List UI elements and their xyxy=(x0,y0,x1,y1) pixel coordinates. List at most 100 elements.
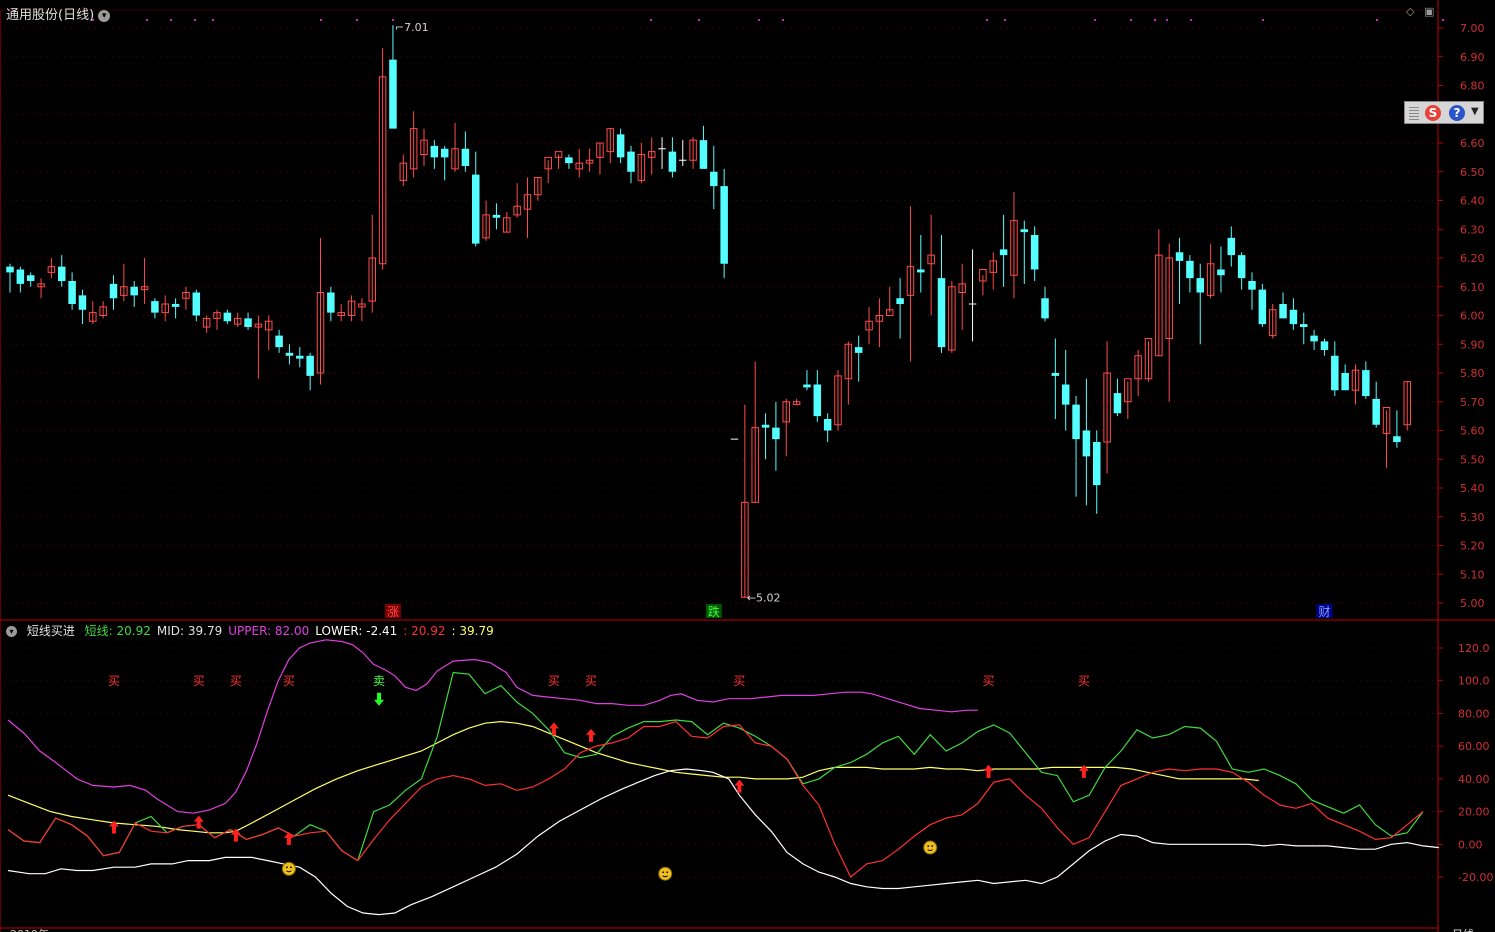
buy-signal-label: 买 xyxy=(585,674,597,688)
indicator-line-4 xyxy=(7,720,1424,878)
candle-body xyxy=(472,174,480,244)
candle-body xyxy=(1061,384,1070,405)
candle-body xyxy=(1030,235,1039,270)
candle-body xyxy=(223,312,232,322)
high-price-label: ⌐7.01 xyxy=(395,21,429,34)
indicator-tick-label: 40.00 xyxy=(1458,773,1490,786)
buy-arrow-icon xyxy=(193,815,204,829)
candle-body xyxy=(999,249,1008,256)
event-dot xyxy=(1376,19,1378,21)
legend-item: : 20.92 xyxy=(403,624,446,638)
buy-signal-label: 买 xyxy=(733,674,745,688)
price-tick-label: 6.90 xyxy=(1460,51,1485,64)
event-dot xyxy=(1130,19,1132,21)
candle-body xyxy=(896,298,904,304)
event-dot xyxy=(986,19,988,21)
legend-item: LOWER: -2.41 xyxy=(315,624,398,638)
indicator-settings-icon[interactable]: ▾ xyxy=(6,626,17,637)
price-tick-label: 6.20 xyxy=(1460,252,1485,265)
candle-body xyxy=(6,266,14,273)
price-tick-label: 6.30 xyxy=(1460,223,1485,236)
smiley-face-icon xyxy=(658,866,673,881)
candle-body xyxy=(1258,289,1267,325)
price-tick-label: 5.40 xyxy=(1460,482,1485,495)
legend-item: UPPER: 82.00 xyxy=(228,624,310,638)
candle-body xyxy=(772,427,780,440)
diamond-icon[interactable]: ◇ xyxy=(1406,5,1414,18)
candle-body xyxy=(492,214,501,218)
price-tick-label: 6.80 xyxy=(1460,80,1485,93)
price-tick-label: 7.00 xyxy=(1460,22,1485,35)
indicator-line-1 xyxy=(7,720,1259,834)
candle-body xyxy=(854,347,863,353)
candle-body xyxy=(1186,260,1194,279)
smiley-eye xyxy=(290,866,292,869)
date-label: 2019年 xyxy=(10,927,49,932)
candle-body xyxy=(192,292,201,316)
event-dot xyxy=(1154,19,1156,21)
price-tick-label: 6.40 xyxy=(1460,195,1485,208)
candle-body xyxy=(440,148,449,158)
candle-body xyxy=(1393,436,1401,442)
drag-handle-icon[interactable] xyxy=(1409,106,1419,120)
candle-body xyxy=(16,269,25,284)
buy-signal-label: 买 xyxy=(1078,674,1090,688)
candle-body xyxy=(917,269,925,273)
candle-body xyxy=(1362,370,1370,396)
candle-body xyxy=(1020,229,1029,233)
buy-signal-label: 买 xyxy=(283,674,295,688)
candle-body xyxy=(761,424,770,428)
chart-canvas[interactable]: 7.006.906.806.706.606.506.406.306.206.10… xyxy=(0,0,1495,932)
candle-body xyxy=(1217,269,1225,276)
buy-signal-label: 买 xyxy=(108,674,120,688)
settings-icon[interactable]: ▾ xyxy=(98,9,111,22)
candle-body xyxy=(627,151,635,172)
candle-body xyxy=(1300,324,1308,327)
candle-body xyxy=(1093,442,1101,486)
candle-body xyxy=(244,318,252,327)
event-dot xyxy=(1004,19,1006,21)
event-dot xyxy=(194,19,196,21)
price-tick-label: 6.00 xyxy=(1460,310,1485,323)
price-tick-label: 6.60 xyxy=(1460,137,1485,150)
indicator-legend: ▾ 短线买进 短线: 20.92 MID: 39.79 UPPER: 82.00 LO… xyxy=(6,622,506,639)
sogou-s-icon[interactable]: S xyxy=(1425,105,1441,121)
candle-body xyxy=(389,59,397,129)
candle-body xyxy=(130,286,138,296)
event-dot xyxy=(392,19,394,21)
price-tick-label: 5.50 xyxy=(1460,453,1485,466)
event-dot xyxy=(650,19,652,21)
candle-body xyxy=(78,295,87,310)
dropdown-arrow-icon[interactable]: ▼ xyxy=(1471,106,1479,117)
candle-body xyxy=(275,335,283,348)
price-tick-label: 5.60 xyxy=(1460,425,1485,438)
indicator-tick-label: 120.0 xyxy=(1458,642,1490,655)
float-toolbar[interactable]: S ? ▼ xyxy=(1404,101,1484,124)
smiley-eye xyxy=(927,845,930,847)
candle-body xyxy=(171,304,180,307)
candle-body xyxy=(461,148,470,166)
sell-arrow-icon xyxy=(374,692,384,706)
candle-body xyxy=(1248,281,1256,290)
candle-body xyxy=(1310,335,1318,342)
candle-body xyxy=(1341,373,1349,391)
help-icon[interactable]: ? xyxy=(1449,105,1465,121)
candle-body xyxy=(1041,298,1049,319)
candle-body xyxy=(109,283,118,299)
candle-body xyxy=(1289,309,1298,325)
event-dot xyxy=(698,19,700,21)
indicator-tick-label: 0.00 xyxy=(1458,838,1483,851)
candle-body xyxy=(58,266,66,281)
candle-body xyxy=(1082,430,1091,457)
candle-body xyxy=(823,419,832,431)
window-restore-icon[interactable]: ▣ xyxy=(1424,5,1434,18)
candle-body xyxy=(151,301,159,313)
buy-arrow-icon xyxy=(283,831,294,845)
indicator-title: 短线买进 xyxy=(26,624,75,638)
price-tick-label: 5.20 xyxy=(1460,540,1485,553)
candle-body xyxy=(710,171,718,187)
indicator-line-0 xyxy=(7,639,978,814)
candle-body xyxy=(1196,278,1204,293)
indicator-tick-label: 60.00 xyxy=(1458,740,1490,753)
indicator-tick-label: 20.00 xyxy=(1458,806,1490,819)
